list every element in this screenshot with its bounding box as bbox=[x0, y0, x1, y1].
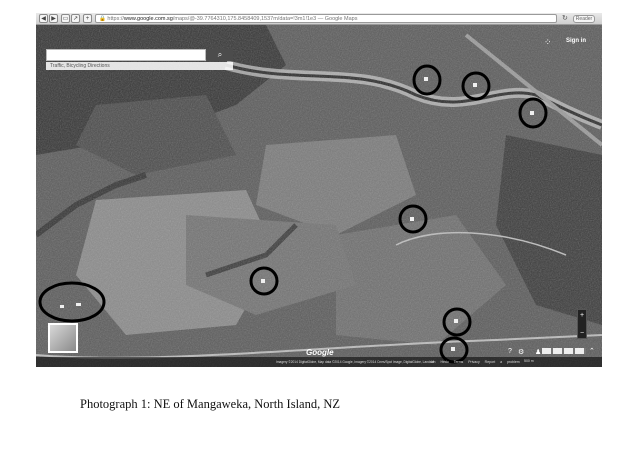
url-rest: /maps/@-39.7764310,175.8458409,1537m/dat… bbox=[172, 16, 358, 22]
attribution-text: Imagery ©2014 DigitalGlobe, Map data ©20… bbox=[276, 360, 435, 364]
footer-links[interactable]: Un Hedo Terms Privacy Report a problem bbox=[431, 360, 520, 364]
gear-icon[interactable]: ⚙ bbox=[518, 348, 524, 356]
imagery-strip[interactable] bbox=[542, 348, 586, 354]
url-domain: www.google.com.sg bbox=[123, 16, 173, 22]
layers-hint[interactable]: Traffic, Bicycling Directions bbox=[46, 62, 233, 70]
map-mode-thumbnail[interactable] bbox=[48, 323, 78, 353]
photo-caption: Photograph 1: NE of Mangaweka, North Isl… bbox=[80, 397, 341, 411]
zoom-control: + − bbox=[577, 309, 587, 339]
forward-icon[interactable]: ▶ bbox=[49, 14, 58, 23]
browser-window: ◀ ▶ ▭ ↗ + 🔒 https://www.google.com.sg/ma… bbox=[36, 13, 602, 367]
search-button[interactable]: ⌕ bbox=[207, 49, 233, 61]
browser-toolbar: ◀ ▶ ▭ ↗ + 🔒 https://www.google.com.sg/ma… bbox=[36, 13, 602, 25]
zoom-in-button[interactable]: + bbox=[578, 311, 586, 320]
url-prefix: https:// bbox=[107, 16, 124, 22]
address-bar[interactable]: 🔒 https://www.google.com.sg/maps/@-39.77… bbox=[95, 14, 557, 23]
search-input[interactable] bbox=[46, 49, 206, 61]
google-logo: Google bbox=[306, 348, 334, 357]
back-icon[interactable]: ◀ bbox=[39, 14, 48, 23]
search-icon: ⌕ bbox=[217, 50, 223, 59]
sidebar-icon[interactable]: ▭ bbox=[61, 14, 70, 23]
reload-icon[interactable]: ↻ bbox=[562, 14, 568, 22]
add-icon[interactable]: + bbox=[83, 14, 92, 23]
lock-icon: 🔒 bbox=[99, 16, 106, 22]
apps-grid-icon[interactable]: ⁘ bbox=[544, 37, 551, 48]
share-icon[interactable]: ↗ bbox=[71, 14, 80, 23]
satellite-map[interactable] bbox=[36, 25, 602, 367]
zoom-out-button[interactable]: − bbox=[578, 329, 586, 338]
pegman-icon[interactable]: ♟ bbox=[535, 348, 541, 356]
reader-button[interactable]: Reader bbox=[573, 15, 595, 23]
scale-bar: 500 m bbox=[524, 359, 534, 363]
sign-in-button[interactable]: Sign in bbox=[566, 38, 586, 44]
help-icon[interactable]: ? bbox=[508, 348, 512, 355]
expand-icon[interactable]: ⌃ bbox=[589, 347, 595, 355]
